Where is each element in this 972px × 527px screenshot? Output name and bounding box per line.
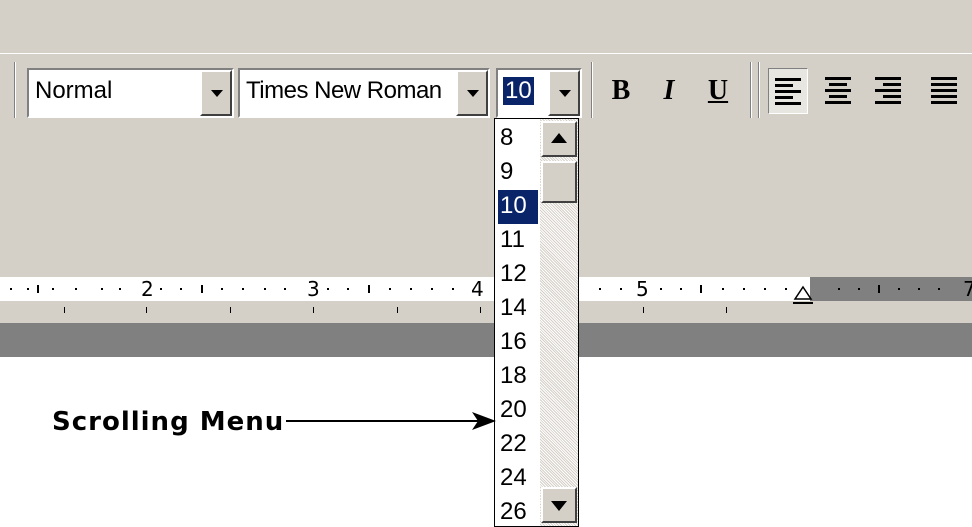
italic-icon[interactable]: I	[651, 68, 687, 114]
font-size-option[interactable]: 18	[498, 360, 538, 394]
font-combo[interactable]: Times New Roman	[238, 68, 490, 118]
ruler-number: 2	[141, 277, 154, 301]
scroll-up-icon[interactable]	[541, 121, 577, 157]
font-combo-value: Times New Roman	[246, 77, 442, 104]
chevron-down-icon[interactable]	[548, 70, 580, 116]
font-size-options: 8 9 10 11 12 14 16 18 20 22 24 26	[498, 122, 538, 526]
ruler-number: 5	[636, 277, 649, 301]
align-center-icon[interactable]	[818, 68, 858, 114]
style-combo-value: Normal	[35, 77, 113, 104]
font-size-option[interactable]: 20	[498, 394, 538, 428]
chevron-down-icon[interactable]	[200, 70, 232, 116]
font-size-option[interactable]: 9	[498, 156, 538, 190]
ruler-number: 4	[471, 277, 484, 301]
font-size-option[interactable]: 16	[498, 326, 538, 360]
font-size-option[interactable]: 26	[498, 496, 538, 526]
ruler-number: 7	[963, 277, 972, 301]
toolbar-dock-area	[0, 125, 972, 273]
arrow-icon	[286, 412, 496, 430]
font-size-combo[interactable]: 10	[496, 68, 582, 118]
justify-icon[interactable]	[924, 68, 964, 114]
font-size-option[interactable]: 14	[498, 292, 538, 326]
scroll-thumb[interactable]	[541, 161, 577, 203]
toolbar-separator	[591, 62, 592, 118]
style-combo[interactable]: Normal	[27, 68, 234, 118]
font-size-option[interactable]: 22	[498, 428, 538, 462]
font-size-option[interactable]: 12	[498, 258, 538, 292]
font-size-option[interactable]: 11	[498, 224, 538, 258]
toolbar-separator	[758, 62, 759, 118]
font-size-option[interactable]: 10	[498, 190, 538, 224]
toolbar-separator	[750, 62, 751, 118]
horizontal-ruler[interactable]: 2 3 4 5 7	[0, 273, 972, 323]
title-strip	[0, 0, 972, 53]
font-size-dropdown-list[interactable]: 8 9 10 11 12 14 16 18 20 22 24 26	[494, 118, 579, 527]
callout-label: Scrolling Menu	[52, 407, 285, 437]
font-size-combo-value[interactable]: 10	[503, 77, 534, 105]
scroll-down-icon[interactable]	[541, 487, 577, 523]
underline-icon[interactable]: U	[700, 68, 736, 114]
ruler-bottom-band	[0, 323, 972, 357]
dropdown-scrollbar[interactable]	[540, 119, 578, 526]
bold-icon[interactable]: B	[603, 68, 639, 114]
toolbar-grip	[14, 62, 15, 118]
align-left-icon[interactable]	[768, 68, 808, 114]
font-size-option[interactable]: 8	[498, 122, 538, 156]
indent-marker-icon[interactable]	[793, 285, 813, 305]
formatting-toolbar: Normal Times New Roman 10 B I U	[0, 53, 972, 125]
ruler-number: 3	[307, 277, 320, 301]
document-area[interactable]	[0, 357, 972, 527]
font-size-option[interactable]: 24	[498, 462, 538, 496]
chevron-down-icon[interactable]	[456, 70, 488, 116]
align-right-icon[interactable]	[868, 68, 908, 114]
